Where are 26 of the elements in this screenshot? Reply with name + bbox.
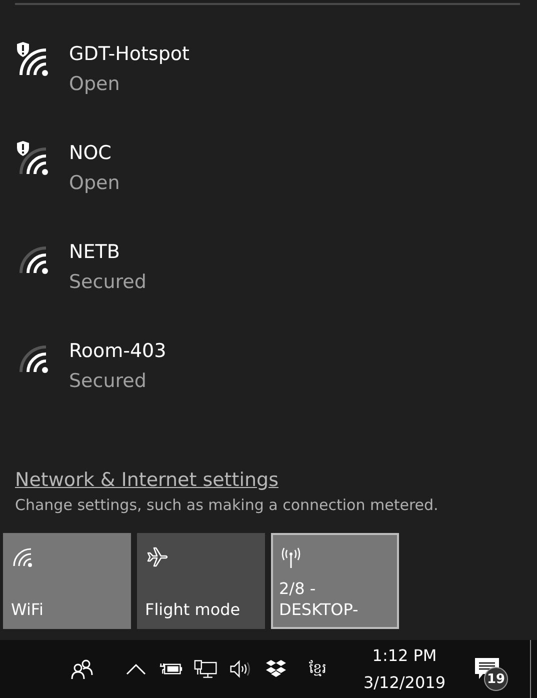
- hotspot-tile[interactable]: 2/8 - DESKTOP-: [271, 533, 399, 629]
- network-item[interactable]: NOC Open: [0, 138, 537, 237]
- language-indicator[interactable]: ខ្មែរ: [309, 658, 349, 680]
- network-item[interactable]: GDT-Hotspot Open: [0, 39, 537, 138]
- settings-link[interactable]: Network & Internet settings: [15, 467, 278, 493]
- network-status: Secured: [69, 369, 148, 394]
- speaker-icon[interactable]: [229, 657, 253, 681]
- settings-hint: Change settings, such as making a connection metered.: [15, 496, 440, 514]
- people-icon[interactable]: [70, 657, 94, 681]
- antenna-icon: [279, 545, 303, 569]
- network-status: Open: [69, 171, 120, 196]
- network-status: Open: [69, 72, 121, 97]
- network-name: NETB: [69, 240, 121, 265]
- network-status: Secured: [69, 270, 146, 295]
- airplane-icon: [145, 545, 169, 569]
- network-icon[interactable]: [194, 657, 218, 681]
- network-name: NOC: [69, 141, 112, 166]
- wifi-tile[interactable]: WiFi: [3, 533, 131, 629]
- notification-badge: 19: [484, 667, 508, 691]
- network-item[interactable]: Room-403 Secured: [0, 336, 537, 435]
- network-item[interactable]: NETB Secured: [0, 237, 537, 336]
- network-name: GDT-Hotspot: [69, 42, 190, 67]
- clock[interactable]: 1:12 PM 3/12/2019: [357, 642, 452, 696]
- network-name: Room-403: [69, 339, 166, 364]
- flight-tile[interactable]: Flight mode: [137, 533, 265, 629]
- wifi-icon: [11, 545, 35, 569]
